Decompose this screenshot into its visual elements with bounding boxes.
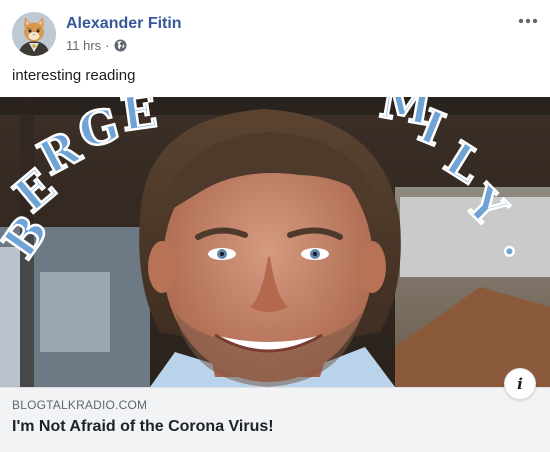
preview-photo: B E R G E M I L Y · — [0, 97, 550, 387]
feed-post: Alexander Fitin 11 hrs · interesting rea… — [0, 0, 550, 452]
more-options-button[interactable] — [514, 10, 542, 32]
link-preview-image[interactable]: B E R G E M I L Y · — [0, 97, 550, 387]
link-preview-caption[interactable]: BLOGTALKRADIO.COM I'm Not Afraid of the … — [0, 387, 550, 452]
post-meta: 11 hrs · — [66, 38, 127, 53]
link-domain: BLOGTALKRADIO.COM — [12, 398, 148, 412]
globe-icon[interactable] — [114, 39, 127, 52]
author-name-link[interactable]: Alexander Fitin — [66, 15, 182, 33]
svg-text:E: E — [118, 97, 160, 142]
link-title[interactable]: I'm Not Afraid of the Corona Virus! — [12, 418, 274, 436]
meta-separator: · — [105, 38, 110, 53]
avatar[interactable] — [12, 12, 56, 56]
info-button[interactable]: i — [504, 368, 536, 400]
post-text: interesting reading — [12, 67, 136, 84]
more-options-icon — [518, 18, 538, 24]
post-header: Alexander Fitin 11 hrs · — [0, 0, 550, 62]
timestamp-link[interactable]: 11 hrs — [66, 38, 101, 53]
avatar-cat-image — [12, 12, 56, 56]
